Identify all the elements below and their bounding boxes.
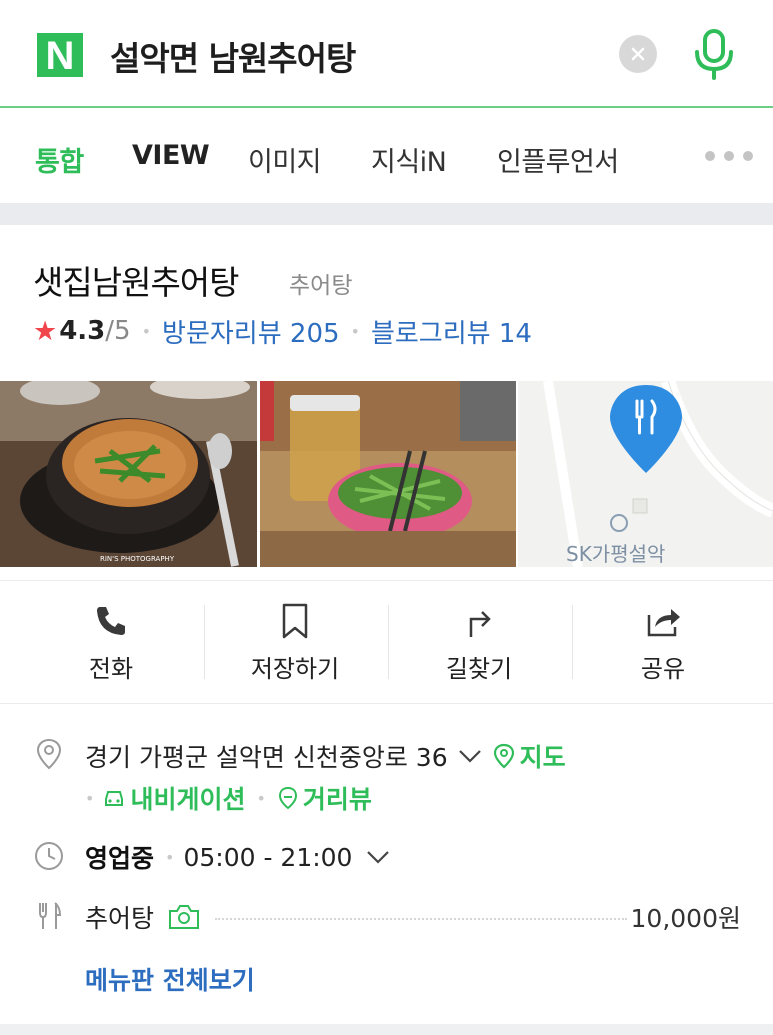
photo-caption: RIN'S PHOTOGRAPHY	[100, 555, 175, 563]
menu-item-name: 추어탕	[85, 904, 155, 933]
directions-label: 길찾기	[445, 655, 513, 683]
address-row: 경기 가평군 설악면 신천중앙로 36 지도	[85, 738, 566, 774]
star-icon: ★	[33, 315, 58, 347]
mic-icon[interactable]	[690, 28, 738, 82]
clear-search-button[interactable]	[619, 35, 657, 73]
address-text[interactable]: 경기 가평군 설악면 신천중앙로 36	[85, 738, 448, 774]
share-button[interactable]: 공유	[571, 581, 755, 705]
share-icon	[647, 609, 680, 637]
call-label: 전화	[88, 655, 134, 683]
tab-view[interactable]: VIEW	[132, 140, 210, 171]
fork-knife-icon	[39, 902, 62, 929]
map-thumbnail[interactable]: SK가평설악	[518, 381, 773, 567]
open-status: 영업중	[85, 844, 155, 873]
bookmark-icon	[282, 603, 308, 639]
separator-dot: •	[165, 847, 175, 867]
tab-influencer[interactable]: 인플루언서	[497, 140, 619, 179]
call-button[interactable]: 전화	[19, 581, 203, 705]
navigation-row: • 내비게이션 • 거리뷰	[85, 780, 372, 816]
menu-item-row[interactable]: 추어탕 10,000원	[85, 899, 741, 935]
tab-knowledge-in[interactable]: 지식iN	[371, 140, 447, 179]
section-divider	[0, 203, 773, 225]
food-photo-greens[interactable]	[260, 381, 516, 567]
business-hours: 05:00 - 21:00	[183, 842, 353, 872]
save-label: 저장하기	[250, 655, 340, 683]
rating-row: ★ 4.3 /5 • 방문자리뷰 205 • 블로그리뷰 14	[33, 313, 532, 350]
separator-dot: •	[85, 788, 95, 808]
blog-reviews-link[interactable]: 블로그리뷰 14	[371, 313, 532, 350]
car-icon	[105, 791, 124, 806]
rating-value: 4.3	[59, 316, 106, 346]
menu-leader-dots	[215, 918, 627, 920]
food-photo-soup[interactable]: RIN'S PHOTOGRAPHY	[0, 381, 257, 567]
camera-icon[interactable]	[167, 903, 201, 931]
rating-max: /5	[105, 316, 131, 346]
more-dots-icon[interactable]	[704, 150, 754, 162]
map-pin-icon	[493, 743, 514, 769]
hours-row[interactable]: 영업중 • 05:00 - 21:00	[85, 839, 392, 875]
place-name[interactable]: 샛집남원추어탕	[33, 256, 240, 304]
directions-button[interactable]: 길찾기	[387, 581, 571, 705]
streetview-link[interactable]: 거리뷰	[303, 780, 372, 816]
view-full-menu-link[interactable]: 메뉴판 전체보기	[85, 961, 255, 997]
naver-logo[interactable]: N	[37, 33, 83, 77]
photo-strip: RIN'S PHOTOGRAPHY SK가평설악	[0, 381, 773, 567]
separator-dot: •	[350, 321, 360, 341]
map-label: SK가평설악	[566, 542, 665, 566]
search-bar: N 설악면 남원추어탕	[0, 0, 773, 108]
phone-icon	[97, 607, 125, 635]
tab-integrated[interactable]: 통합	[35, 140, 84, 179]
menu-item-price: 10,000원	[630, 904, 741, 933]
share-label: 공유	[640, 655, 686, 683]
map-link[interactable]: 지도	[520, 738, 566, 774]
clock-icon	[35, 842, 63, 870]
search-query[interactable]: 설악면 남원추어탕	[110, 32, 356, 80]
street-view-icon	[278, 786, 297, 810]
separator-dot: •	[256, 788, 266, 808]
location-pin-icon	[36, 738, 62, 770]
place-category: 추어탕	[289, 273, 353, 299]
section-divider	[0, 1024, 773, 1035]
tab-images[interactable]: 이미지	[248, 140, 322, 179]
logo-letter: N	[46, 34, 75, 77]
chevron-down-icon[interactable]	[456, 746, 484, 766]
navigation-link[interactable]: 내비게이션	[130, 780, 245, 816]
search-tabs: 통합 VIEW 이미지 지식iN 인플루언서	[0, 110, 773, 203]
directions-icon	[469, 611, 491, 637]
separator-dot: •	[141, 321, 152, 341]
close-icon	[631, 47, 645, 61]
save-button[interactable]: 저장하기	[203, 581, 387, 705]
chevron-down-icon[interactable]	[364, 847, 392, 867]
visitor-reviews-link[interactable]: 방문자리뷰 205	[162, 313, 340, 350]
action-bar: 전화 저장하기 길찾기 공유	[0, 580, 773, 704]
